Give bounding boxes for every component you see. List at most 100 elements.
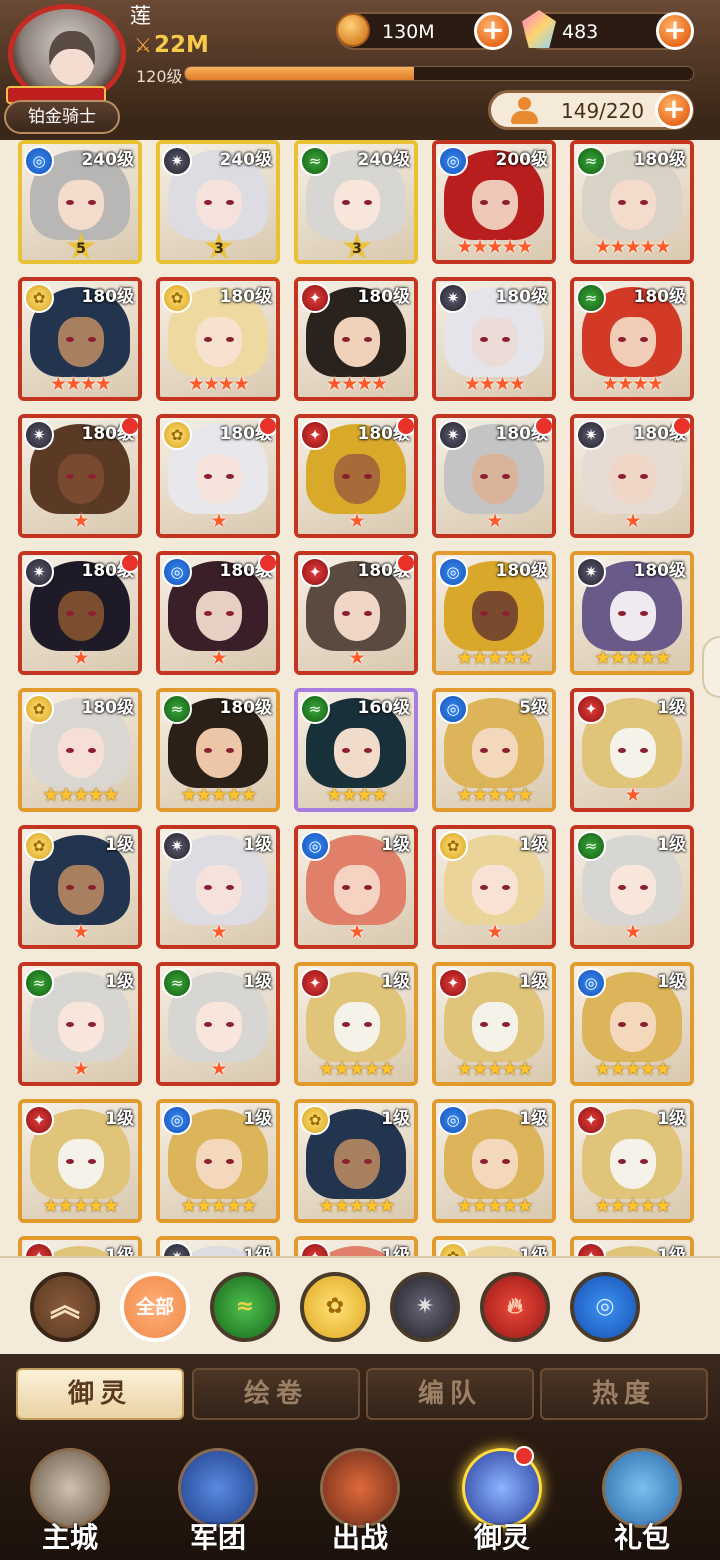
hero-card[interactable]: ✿1级 [432,1236,556,1256]
hero-card[interactable]: ✿ 180级 ★★★★ [156,277,280,401]
hero-card[interactable]: ✷ 180级 ★ [432,414,556,538]
nav-heroes[interactable]: 御灵 [432,1434,572,1560]
hero-face [196,728,242,778]
hero-level: 1级 [519,835,548,855]
tab-popularity[interactable]: 热度 [540,1368,708,1420]
hero-face [58,728,104,778]
hero-card[interactable]: ◎ 1级 ★★★★★ [570,962,694,1086]
hero-card[interactable]: ✷1级 [156,1236,280,1256]
hero-card[interactable]: ✦1级 [294,1236,418,1256]
hero-card[interactable]: ≈160级 ★★★★ [294,688,418,812]
hero-card[interactable]: ✦ 180级 ★ [294,551,418,675]
hero-card[interactable]: ✷ 180级 ★ [18,551,142,675]
hero-star-rating: ★ [210,510,227,532]
filter-water-button[interactable]: ◎ [570,1272,640,1342]
hero-card[interactable]: ✦ 1级 ★★★★★ [18,1099,142,1223]
add-gem-button[interactable]: + [656,12,694,50]
hero-eye [226,474,234,479]
hero-face [196,591,242,641]
hero-card[interactable]: ✿ 180级 ★★★★ [18,277,142,401]
hero-eye [364,1022,372,1027]
hero-card[interactable]: ✿ 1级 ★★★★★ [294,1099,418,1223]
hero-card[interactable]: ◎ 1级 ★★★★★ [156,1099,280,1223]
hero-level: 1级 [519,972,548,992]
hero-card[interactable]: ◎ 200级 ★★★★★ [432,140,556,264]
hero-eye [640,1159,648,1164]
filter-wind-button[interactable]: ≈ [210,1272,280,1342]
hero-star-rating: ★ [72,510,89,532]
hero-star-rating: ★ [72,1058,89,1080]
hero-card[interactable]: ✦ 180级 ★★★★ [294,277,418,401]
hero-eye [480,1159,488,1164]
hero-card[interactable]: ✿ 180级 ★ [156,414,280,538]
hero-card[interactable]: ✦1级 [18,1236,142,1256]
hero-card[interactable]: ✷ 1级 ★ [156,825,280,949]
hero-card[interactable]: ✷ 180级 ★★★★ [432,277,556,401]
add-gold-button[interactable]: + [474,12,512,50]
hero-eye [204,1159,212,1164]
filter-fire-button[interactable]: 🔥︎ [480,1272,550,1342]
hero-card[interactable]: ◎ 180级 ★★★★★ [432,551,556,675]
gem-resource: 483 + [522,10,694,50]
hero-star-rating: ★ [72,647,89,669]
hero-card[interactable]: ≈240级 3 [294,140,418,264]
hero-card[interactable]: ✦ 1级 ★★★★★ [432,962,556,1086]
hero-face [334,1139,380,1189]
hero-card[interactable]: ✦ 1级 ★ [570,688,694,812]
tab-formation[interactable]: 编队 [366,1368,534,1420]
user-icon [509,97,539,125]
nav-legion[interactable]: 军团 [148,1434,288,1560]
hero-card[interactable]: ✷ 180级 ★ [570,414,694,538]
hero-card[interactable]: ✿ 1级 ★ [18,825,142,949]
hero-card[interactable]: ≈180级 ★★★★★ [570,140,694,264]
tab-gallery[interactable]: 绘卷 [192,1368,360,1420]
hero-star-rating: ★★★★ [325,784,388,806]
hero-card[interactable]: ✿ 1级 ★ [432,825,556,949]
hero-card[interactable]: ≈1级 ★ [156,962,280,1086]
hero-card[interactable]: ◎ 240级 5 [18,140,142,264]
nav-gift-pack[interactable]: 礼包 [572,1434,712,1560]
hero-card[interactable]: ✷ 180级 ★ [18,414,142,538]
hero-card[interactable]: ◎ 1级 ★ [294,825,418,949]
nav-battle[interactable]: 出战 [290,1434,430,1560]
tab-heroes[interactable]: 御灵 [16,1368,184,1420]
expand-capacity-button[interactable]: + [655,91,693,129]
nav-main-city[interactable]: 主城 [0,1434,140,1560]
collapse-filter-button[interactable]: ︽ [30,1272,100,1342]
dark-element-icon: ✷ [24,420,54,450]
hero-card[interactable]: ◎ 180级 ★ [156,551,280,675]
hero-face [610,865,656,915]
gem-value: 483 [562,21,599,43]
hero-eye [66,611,74,616]
fire-element-icon: ✦ [300,557,330,587]
hero-level: 180级 [81,698,135,718]
hero-face [472,454,518,504]
light-element-icon: ✿ [438,831,468,861]
filter-light-button[interactable]: ✿ [300,1272,370,1342]
nav-main-city-label: 主城 [41,1521,98,1554]
hero-card[interactable]: ✦ 1级 ★★★★★ [294,962,418,1086]
hero-card[interactable]: ≈1级 ★ [570,825,694,949]
hero-card[interactable]: ◎ 5级 ★★★★★ [432,688,556,812]
hero-card[interactable]: ✷ 180级 ★★★★★ [570,551,694,675]
side-drawer-tab[interactable] [702,636,720,698]
notification-dot [120,418,138,436]
hero-card[interactable]: ≈180级 ★★★★ [570,277,694,401]
notification-dot [258,418,276,436]
hero-level: 180级 [633,287,687,307]
filter-all-button[interactable]: 全部 [120,1272,190,1342]
hero-card[interactable]: ✦ 180级 ★ [294,414,418,538]
wind-element-icon: ≈ [162,968,192,998]
sub-tab-bar: 御灵 绘卷 编队 热度 [0,1354,720,1434]
hero-card[interactable]: ◎ 1级 ★★★★★ [432,1099,556,1223]
hero-level: 160级 [357,698,411,718]
hero-card[interactable]: ✷ 240级 3 [156,140,280,264]
hero-card[interactable]: ✿ 180级 ★★★★★ [18,688,142,812]
dark-element-icon: ✷ [438,420,468,450]
hero-card[interactable]: ≈180级 ★★★★★ [156,688,280,812]
filter-dark-button[interactable]: ✷ [390,1272,460,1342]
hero-card[interactable]: ✦1级 [570,1236,694,1256]
hero-card[interactable]: ≈1级 ★ [18,962,142,1086]
dark-element-icon: ✷ [24,557,54,587]
hero-card[interactable]: ✦ 1级 ★★★★★ [570,1099,694,1223]
